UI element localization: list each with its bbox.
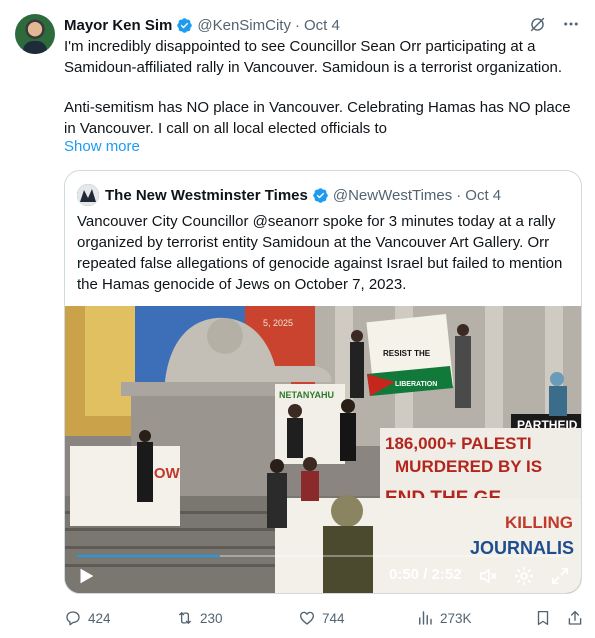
sign-resist: RESIST THE [383, 349, 431, 358]
tweet[interactable]: Mayor Ken Sim @KenSimCity · Oct 4 I'm in… [0, 0, 595, 638]
retweet-icon [178, 612, 192, 624]
tweet-actions: 424 230 744 273K [64, 609, 584, 631]
views-icon [419, 611, 432, 625]
quoted-tweet[interactable]: The New Westminster Times @NewWestTimes … [64, 170, 582, 594]
quote-header: The New Westminster Times @NewWestTimes … [77, 184, 501, 206]
progress-track[interactable] [77, 555, 571, 557]
tweet-text: I'm incredibly disappointed to see Counc… [64, 37, 584, 139]
show-more-link[interactable]: Show more [64, 138, 140, 155]
heart-icon [299, 611, 315, 625]
bookmark-button[interactable] [534, 609, 558, 627]
tweet-date[interactable]: Oct 4 [304, 17, 340, 34]
progress-fill [77, 555, 221, 557]
banner-line-2: MURDERED BY IS [395, 457, 542, 476]
retweet-count: 230 [200, 610, 223, 626]
video-player[interactable]: 5, 2025 RESIST THE LIBERATION NETANYAHU … [65, 306, 581, 593]
banner-killing: KILLING [505, 513, 573, 532]
bookmark-icon [537, 610, 549, 626]
mute-icon[interactable] [477, 565, 499, 587]
quote-author-handle[interactable]: @NewWestTimes [333, 187, 452, 204]
tweet-paragraph-2: Anti-semitism has NO place in Vancouver.… [64, 99, 571, 137]
share-icon [568, 610, 582, 625]
sign-date: 5, 2025 [263, 318, 293, 328]
author-handle[interactable]: @KenSimCity [197, 17, 291, 34]
more-icon[interactable] [561, 14, 581, 34]
like-button[interactable]: 744 [298, 609, 345, 627]
sign-liberation: LIBERATION [395, 381, 437, 388]
avatar[interactable] [15, 14, 55, 54]
separator-dot: · [456, 186, 462, 204]
verified-badge-icon [176, 17, 193, 34]
quote-author-name[interactable]: The New Westminster Times [105, 187, 308, 204]
sign-left: NETANYAHU [279, 390, 334, 400]
quote-date[interactable]: Oct 4 [465, 187, 501, 204]
like-count: 744 [322, 610, 345, 626]
views-button[interactable]: 273K [416, 609, 472, 627]
grok-icon[interactable] [527, 14, 547, 34]
video-time: 0:50 / 2:52 [389, 566, 462, 583]
separator-dot: · [294, 16, 300, 34]
share-button[interactable] [566, 609, 590, 627]
author-name[interactable]: Mayor Ken Sim [64, 17, 172, 34]
retweet-button[interactable]: 230 [176, 609, 223, 627]
tweet-paragraph-1: I'm incredibly disappointed to see Counc… [64, 38, 563, 76]
quote-avatar[interactable] [77, 184, 99, 206]
reply-count: 424 [88, 610, 111, 626]
verified-badge-icon [312, 187, 329, 204]
quote-text: Vancouver City Councillor @seanorr spoke… [77, 213, 563, 293]
banner-line-1: 186,000+ PALESTI [385, 434, 532, 453]
video-controls: 0:50 / 2:52 [65, 549, 581, 593]
header-actions [527, 14, 581, 34]
tweet-header: Mayor Ken Sim @KenSimCity · Oct 4 [64, 15, 340, 35]
play-icon[interactable] [75, 565, 97, 587]
views-count: 273K [440, 610, 472, 626]
reply-button[interactable]: 424 [64, 609, 111, 627]
settings-icon[interactable] [513, 565, 535, 587]
reply-icon [66, 611, 80, 626]
fullscreen-icon[interactable] [549, 565, 571, 587]
